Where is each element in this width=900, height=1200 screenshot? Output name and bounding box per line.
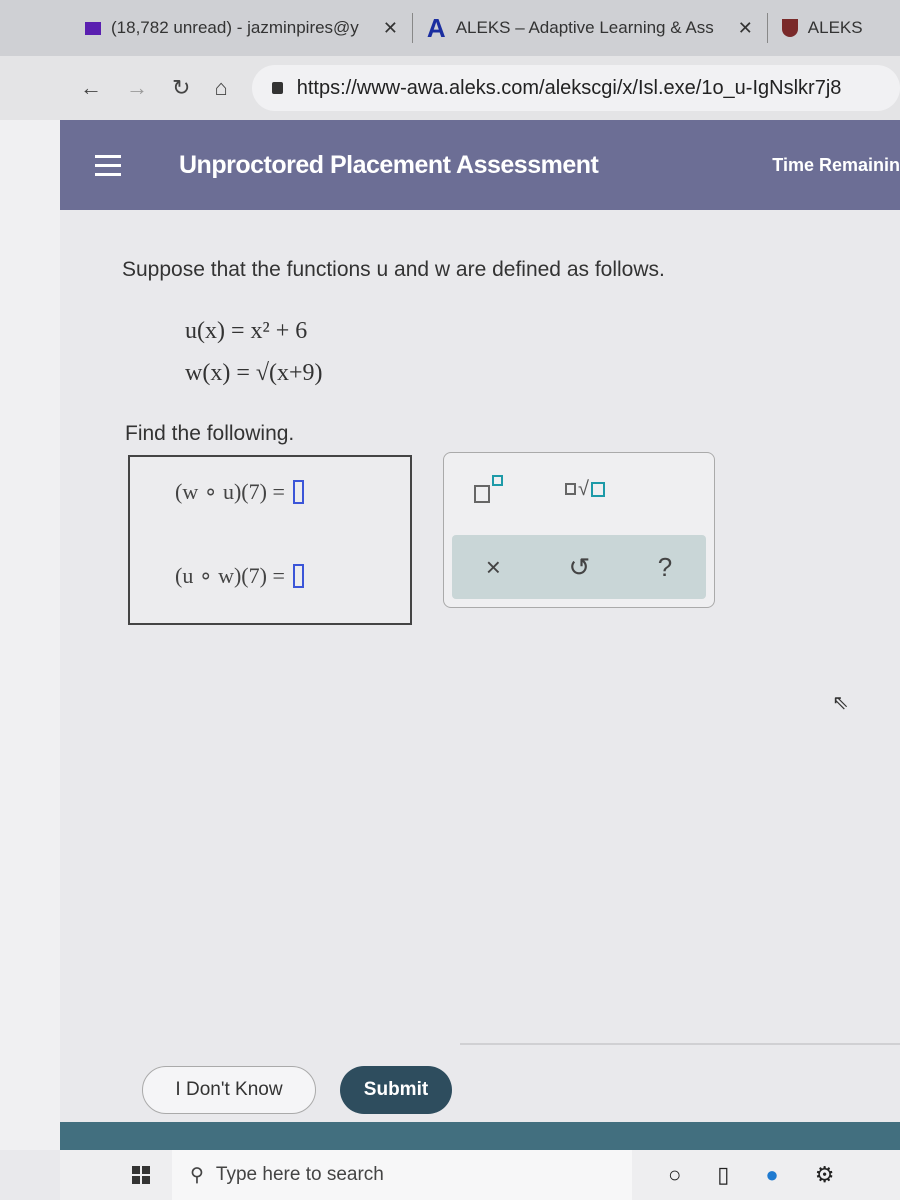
edge-icon[interactable]: ● <box>765 1162 778 1188</box>
search-placeholder: Type here to search <box>215 1164 384 1185</box>
search-icon: ⚲ <box>190 1164 204 1186</box>
left-margin <box>0 120 60 1150</box>
w-definition: w(x) = √(x+9) <box>185 360 323 386</box>
forward-icon[interactable]: → <box>126 75 148 101</box>
cortana-icon[interactable]: ○ <box>668 1162 681 1188</box>
mail-icon <box>85 21 101 35</box>
reload-icon[interactable]: ↻ <box>172 75 190 101</box>
taskbar-search[interactable]: ⚲ Type here to search <box>172 1150 632 1200</box>
footer-bar <box>60 1122 900 1150</box>
taskbar: ⚲ Type here to search ○ ▯ ● ⚙ <box>60 1150 900 1200</box>
answer-input-u-of-w[interactable] <box>292 564 304 588</box>
windows-start-icon[interactable] <box>132 1166 150 1184</box>
answer-label: (u ∘ w)(7) = <box>175 563 285 588</box>
keypad-actions: × ↺ ? <box>452 535 706 599</box>
divider <box>460 1043 900 1045</box>
submit-button[interactable]: Submit <box>340 1066 452 1114</box>
close-tab-icon[interactable]: ✕ <box>738 18 753 39</box>
math-keypad: √ × ↺ ? <box>443 452 715 608</box>
tab-label: ALEKS – Adaptive Learning & Ass <box>455 18 714 37</box>
back-icon[interactable]: ← <box>80 75 102 101</box>
address-bar-row: ← → ↻ ⌂ https://www-awa.aleks.com/aleksc… <box>0 56 900 120</box>
answer-row-w-of-u: (w ∘ u)(7) = <box>175 479 304 505</box>
time-remaining-label: Time Remainin <box>772 154 900 175</box>
tab-divider <box>766 13 768 43</box>
answer-row-u-of-w: (u ∘ w)(7) = <box>175 563 304 589</box>
settings-icon[interactable]: ⚙ <box>815 1162 835 1188</box>
menu-icon[interactable] <box>95 154 121 176</box>
tab-aleks-2[interactable]: ALEKS <box>781 8 877 48</box>
lock-icon <box>271 82 283 94</box>
nth-root-button[interactable]: √ <box>565 475 605 503</box>
answer-box: (w ∘ u)(7) = (u ∘ w)(7) = <box>128 455 412 625</box>
clear-button[interactable]: × <box>486 552 501 583</box>
question-prompt: Suppose that the functions u and w are d… <box>122 258 665 281</box>
answer-input-w-of-u[interactable] <box>292 480 304 504</box>
task-view-icon[interactable]: ▯ <box>717 1162 729 1188</box>
mouse-cursor-icon: ⇖ <box>832 692 849 714</box>
page-title: Unproctored Placement Assessment <box>179 150 599 179</box>
tab-bar: (18,782 unread) - jazminpires@y ✕ A ALEKS … <box>0 0 900 56</box>
find-instruction: Find the following. <box>125 422 295 445</box>
u-definition: u(x) = x² + 6 <box>185 318 308 344</box>
tab-mail[interactable]: (18,782 unread) - jazminpires@y ✕ <box>85 8 412 48</box>
home-icon[interactable]: ⌂ <box>214 75 227 101</box>
undo-button[interactable]: ↺ <box>568 552 590 583</box>
tab-divider <box>411 13 413 43</box>
url-input[interactable]: https://www-awa.aleks.com/alekscgi/x/Isl… <box>251 65 900 111</box>
dont-know-button[interactable]: I Don't Know <box>142 1066 316 1114</box>
url-text: https://www-awa.aleks.com/alekscgi/x/Isl… <box>296 76 842 99</box>
tab-label: ALEKS <box>807 18 863 37</box>
tab-label: (18,782 unread) - jazminpires@y <box>111 18 359 37</box>
help-button[interactable]: ? <box>658 552 672 583</box>
app-header: Unproctored Placement Assessment Time Re… <box>60 120 900 210</box>
aleks-logo-icon: A <box>426 12 446 43</box>
answer-label: (w ∘ u)(7) = <box>175 479 285 504</box>
shield-icon <box>781 19 798 37</box>
tab-aleks[interactable]: A ALEKS – Adaptive Learning & Ass ✕ <box>427 8 767 48</box>
exponent-button[interactable] <box>474 475 503 503</box>
close-tab-icon[interactable]: ✕ <box>383 18 398 39</box>
